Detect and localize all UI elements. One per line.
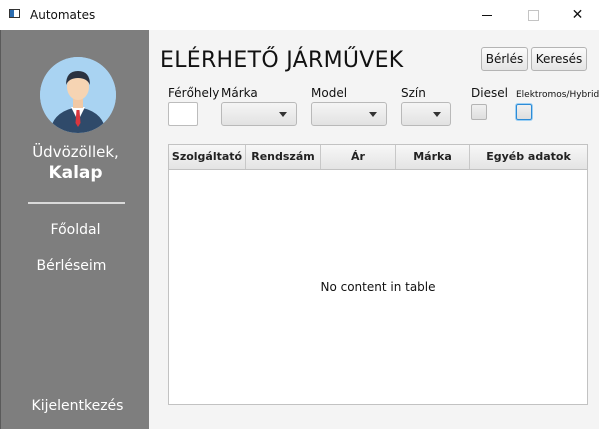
chevron-down-icon (369, 112, 377, 117)
column-header-provider[interactable]: Szolgáltató (169, 145, 246, 169)
page-title: ELÉRHETŐ JÁRMŰVEK (160, 48, 404, 73)
color-select[interactable] (401, 102, 451, 126)
electric-hybrid-checkbox[interactable] (516, 104, 532, 120)
app-window-icon (9, 9, 20, 18)
minimize-icon (482, 14, 492, 16)
sidebar-item-rentals[interactable]: Bérléseim (0, 258, 146, 274)
diesel-label: Diesel (471, 86, 508, 100)
rent-button[interactable]: Bérlés (481, 47, 528, 71)
maximize-icon (527, 9, 539, 21)
column-header-brand[interactable]: Márka (396, 145, 470, 169)
chevron-down-icon (433, 112, 441, 117)
logout-link[interactable]: Kijelentkezés (3, 398, 152, 414)
column-header-other-info[interactable]: Egyéb adatok (470, 145, 587, 169)
window-title: Automates (30, 8, 96, 22)
sidebar-item-home[interactable]: Főoldal (1, 222, 150, 238)
sidebar-divider (28, 202, 125, 204)
close-icon: ✕ (571, 7, 584, 23)
title-bar: Automates ✕ (0, 0, 599, 30)
diesel-checkbox[interactable] (471, 104, 487, 120)
table-empty-message: No content in table (320, 280, 436, 294)
username-text: Kalap (48, 163, 103, 183)
chevron-down-icon (279, 112, 287, 117)
search-button[interactable]: Keresés (531, 47, 587, 71)
seats-label: Férőhely (168, 86, 220, 100)
column-header-price[interactable]: Ár (321, 145, 396, 169)
table-header: Szolgáltató Rendszám Ár Márka Egyéb adat… (169, 145, 587, 170)
electric-hybrid-label: Elektromos/Hybrid (516, 90, 599, 100)
sidebar: Üdvözöllek, Kalap Főoldal Bérléseim Kije… (0, 30, 149, 429)
avatar (40, 57, 116, 133)
close-button[interactable]: ✕ (556, 0, 599, 30)
model-label: Model (311, 86, 348, 100)
vehicles-table[interactable]: Szolgáltató Rendszám Ár Márka Egyéb adat… (168, 144, 588, 405)
seats-input[interactable] (168, 102, 198, 126)
model-select[interactable] (311, 102, 387, 126)
column-header-plate[interactable]: Rendszám (246, 145, 321, 169)
minimize-button[interactable] (464, 0, 510, 30)
maximize-button[interactable] (510, 0, 556, 30)
brand-select[interactable] (221, 102, 297, 126)
color-label: Szín (401, 86, 426, 100)
user-avatar-icon (40, 57, 116, 133)
greeting-text: Üdvözöllek, (32, 143, 119, 161)
brand-label: Márka (221, 86, 258, 100)
